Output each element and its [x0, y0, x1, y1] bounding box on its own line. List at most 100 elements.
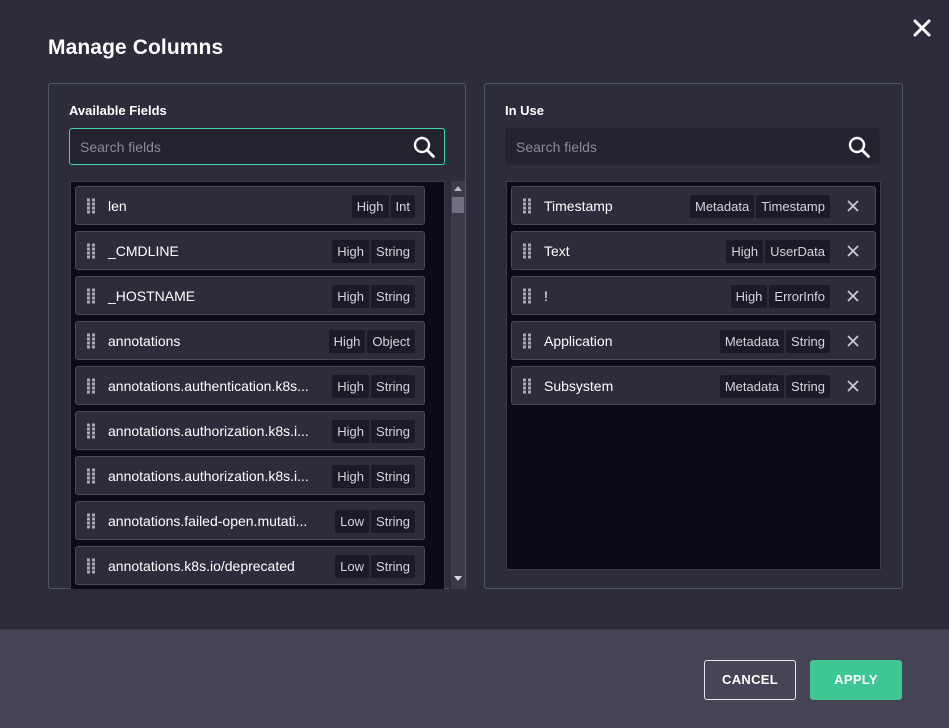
field-row[interactable]: ! High ErrorInfo: [511, 276, 876, 315]
priority-tag: High: [726, 240, 764, 263]
drag-handle-icon[interactable]: [86, 198, 96, 214]
field-row[interactable]: annotations.authentication.k8s... High Str…: [75, 366, 425, 405]
field-row[interactable]: annotations.authorization.k8s.i... High St…: [75, 456, 425, 495]
type-tag: Object: [367, 330, 415, 353]
dialog-title: Manage Columns: [48, 36, 224, 59]
apply-button[interactable]: APPLY: [810, 660, 902, 700]
in-use-search-input[interactable]: [516, 129, 836, 164]
field-row[interactable]: _CMDLINE High String: [75, 231, 425, 270]
type-tag: String: [786, 375, 830, 398]
field-row[interactable]: Text High UserData: [511, 231, 876, 270]
remove-icon[interactable]: [846, 334, 860, 348]
search-icon[interactable]: [412, 135, 436, 159]
priority-tag: High: [332, 240, 370, 263]
available-fields-list[interactable]: len High Int _CMDLINE High String _HOSTNAME Hig…: [70, 181, 445, 589]
field-name: len: [108, 198, 127, 214]
field-tags: High String: [332, 375, 415, 398]
type-tag: UserData: [765, 240, 830, 263]
type-tag: String: [371, 240, 415, 263]
drag-handle-icon[interactable]: [86, 288, 96, 304]
drag-handle-icon[interactable]: [86, 468, 96, 484]
scroll-down-arrow-icon[interactable]: [454, 576, 462, 581]
field-tags: High Int: [351, 195, 415, 218]
priority-tag: High: [332, 285, 370, 308]
field-tags: High String: [332, 240, 415, 263]
drag-handle-icon[interactable]: [86, 513, 96, 529]
priority-tag: High: [328, 330, 366, 353]
priority-tag: Metadata: [719, 375, 785, 398]
priority-tag: High: [332, 465, 370, 488]
field-tags: Metadata String: [719, 375, 830, 398]
field-row[interactable]: Application Metadata String: [511, 321, 876, 360]
field-name: Application: [544, 333, 613, 349]
available-search-input[interactable]: [80, 129, 400, 164]
search-icon[interactable]: [847, 135, 871, 159]
priority-tag: High: [730, 285, 768, 308]
field-name: Timestamp: [544, 198, 613, 214]
field-name: _HOSTNAME: [108, 288, 196, 304]
in-use-panel: In Use TimestampMetadataTimestampTextHig…: [484, 83, 903, 589]
in-use-search-box: [505, 128, 880, 165]
type-tag: String: [371, 375, 415, 398]
field-name: annotations.k8s.io/deprecated: [108, 558, 295, 574]
close-icon[interactable]: [910, 16, 934, 40]
scroll-up-arrow-icon[interactable]: [454, 186, 462, 191]
type-tag: Timestamp: [756, 195, 830, 218]
drag-handle-icon[interactable]: [522, 243, 532, 259]
type-tag: String: [371, 420, 415, 443]
scrollbar-thumb[interactable]: [452, 197, 464, 213]
cancel-button[interactable]: CANCEL: [704, 660, 796, 700]
in-use-title: In Use: [505, 103, 545, 118]
available-fields-scrollbar[interactable]: [449, 181, 465, 589]
dialog-footer: CANCEL APPLY: [0, 629, 949, 728]
drag-handle-icon[interactable]: [522, 333, 532, 349]
field-tags: High Object: [328, 330, 415, 353]
drag-handle-icon[interactable]: [86, 333, 96, 349]
field-row[interactable]: annotations.k8s.io/deprecated Low String: [75, 546, 425, 585]
priority-tag: Low: [335, 555, 370, 578]
available-fields-title: Available Fields: [69, 103, 167, 118]
type-tag: String: [371, 510, 415, 533]
field-row[interactable]: Subsystem Metadata String: [511, 366, 876, 405]
type-tag: String: [371, 465, 415, 488]
in-use-list[interactable]: Timestamp Metadata Timestamp Text High UserDa…: [506, 181, 881, 570]
field-tags: Metadata Timestamp: [689, 195, 830, 218]
field-name: _CMDLINE: [108, 243, 179, 259]
scrollbar-track[interactable]: [451, 181, 465, 589]
field-row[interactable]: annotations.failed-open.mutati... Low Stri…: [75, 501, 425, 540]
field-name: !: [544, 288, 548, 304]
type-tag: String: [786, 330, 830, 353]
field-name: annotations: [108, 333, 181, 349]
field-row[interactable]: annotations High Object: [75, 321, 425, 360]
drag-handle-icon[interactable]: [86, 378, 96, 394]
field-name: Text: [544, 243, 570, 259]
field-row[interactable]: Timestamp Metadata Timestamp: [511, 186, 876, 225]
field-row[interactable]: annotations.authorization.k8s.i... High St…: [75, 411, 425, 450]
field-tags: High UserData: [726, 240, 830, 263]
drag-handle-icon[interactable]: [522, 288, 532, 304]
field-tags: Low String: [335, 510, 415, 533]
field-name: Subsystem: [544, 378, 614, 394]
field-row[interactable]: len High Int: [75, 186, 425, 225]
priority-tag: High: [332, 420, 370, 443]
drag-handle-icon[interactable]: [86, 423, 96, 439]
remove-icon[interactable]: [846, 244, 860, 258]
drag-handle-icon[interactable]: [86, 243, 96, 259]
priority-tag: Low: [335, 510, 370, 533]
drag-handle-icon[interactable]: [86, 558, 96, 574]
field-row[interactable]: _HOSTNAME High String: [75, 276, 425, 315]
remove-icon[interactable]: [846, 289, 860, 303]
drag-handle-icon[interactable]: [522, 378, 532, 394]
field-tags: High String: [332, 420, 415, 443]
type-tag: Int: [390, 195, 415, 218]
field-tags: High String: [332, 465, 415, 488]
field-tags: High String: [332, 285, 415, 308]
field-name: annotations.authorization.k8s.i...: [108, 468, 309, 484]
drag-handle-icon[interactable]: [522, 198, 532, 214]
field-name: annotations.authentication.k8s...: [108, 378, 309, 394]
priority-tag: Metadata: [719, 330, 785, 353]
remove-icon[interactable]: [846, 379, 860, 393]
priority-tag: High: [332, 375, 370, 398]
remove-icon[interactable]: [846, 199, 860, 213]
available-search-box: [69, 128, 445, 165]
